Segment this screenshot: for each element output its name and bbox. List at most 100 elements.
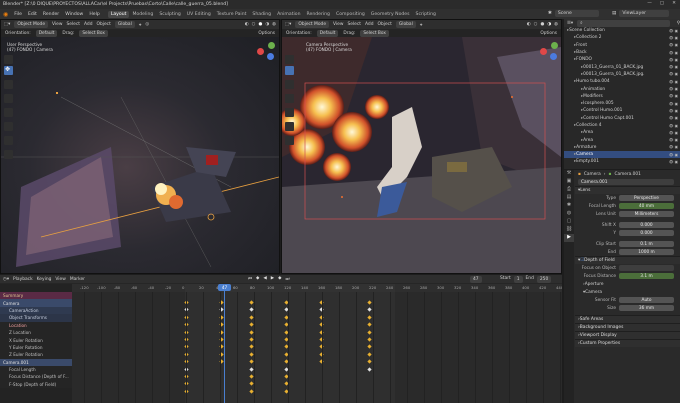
keyframe[interactable] bbox=[249, 374, 254, 379]
visibility-icon[interactable]: 👁 ▣ bbox=[669, 72, 680, 76]
outliner-item[interactable]: ▸ Control Humo.001 👁 ▣ bbox=[564, 107, 680, 114]
sensor-fit-select[interactable]: Auto bbox=[619, 297, 674, 303]
channel-row[interactable]: Camera bbox=[0, 299, 72, 307]
tool-tweak[interactable] bbox=[4, 55, 13, 64]
outliner-item[interactable]: ▸ Animation 👁 ▣ bbox=[564, 85, 680, 92]
y-axis-icon[interactable] bbox=[268, 42, 275, 49]
tool-move[interactable]: ✥ bbox=[4, 66, 13, 75]
solid-icon[interactable]: ● bbox=[540, 22, 544, 27]
z-axis-icon[interactable] bbox=[550, 53, 557, 60]
workspace-tab-animation[interactable]: Animation bbox=[274, 11, 303, 18]
keyframe[interactable] bbox=[367, 337, 372, 342]
vp-right-menu-view[interactable]: View bbox=[333, 22, 343, 27]
workspace-tab-texture-paint[interactable]: Texture Paint bbox=[214, 11, 250, 18]
start-field[interactable]: 1 bbox=[513, 276, 523, 283]
keyframe[interactable] bbox=[367, 329, 372, 335]
background-images-panel[interactable]: › Background Images bbox=[575, 323, 680, 331]
outliner[interactable]: ☰▾ ⌕ ⚲ ▸ Scene Collection 👁 ▣ ▸ Collection… bbox=[564, 19, 680, 169]
menu-help[interactable]: Help bbox=[89, 12, 99, 17]
rendered-icon[interactable]: ◍ bbox=[554, 22, 558, 27]
vp-right-menu-add[interactable]: Add bbox=[365, 22, 374, 27]
render-tab-icon[interactable]: ▣ bbox=[564, 178, 574, 186]
keyframe[interactable] bbox=[249, 381, 254, 387]
vp-right-menu-select[interactable]: Select bbox=[347, 22, 361, 27]
view-layer-name[interactable]: ViewLayer bbox=[619, 10, 670, 17]
outliner-item[interactable]: ▸ Back 👁 ▣ bbox=[564, 49, 680, 56]
tool-rotate[interactable] bbox=[285, 80, 294, 89]
tool-move[interactable] bbox=[285, 66, 294, 75]
visibility-icon[interactable]: 👁 ▣ bbox=[669, 87, 680, 91]
keyframe[interactable] bbox=[367, 366, 372, 372]
nav-gizmo-right[interactable] bbox=[540, 42, 560, 62]
visibility-icon[interactable]: 👁 ▣ bbox=[669, 43, 680, 47]
tool-transform[interactable] bbox=[285, 108, 294, 117]
end-field[interactable]: 250 bbox=[536, 276, 552, 283]
visibility-icon[interactable]: 👁 ▣ bbox=[669, 94, 680, 98]
type-select[interactable]: Perspective bbox=[619, 195, 674, 201]
scene-tab-icon[interactable]: ✱ bbox=[564, 202, 574, 210]
playhead-line[interactable] bbox=[224, 284, 225, 403]
visibility-icon[interactable]: 👁 ▣ bbox=[669, 131, 680, 135]
workspace-tab-uv-editing[interactable]: UV Editing bbox=[184, 11, 214, 18]
play-reverse-icon[interactable]: ◀ bbox=[263, 276, 266, 282]
menu-edit[interactable]: Edit bbox=[28, 12, 37, 17]
workspace-tab-sculpting[interactable]: Sculpting bbox=[156, 11, 183, 18]
rendered-icon[interactable]: ◍ bbox=[272, 22, 276, 27]
keyframe[interactable] bbox=[249, 359, 254, 364]
timeline[interactable]: ◷▾ Playback Keying View Marker ⏮ ◆ ◀ ▶ ◆… bbox=[0, 275, 562, 403]
datablock-field[interactable]: Camera.001 bbox=[578, 179, 674, 185]
tool-annotate[interactable] bbox=[4, 122, 13, 131]
keyframe[interactable] bbox=[249, 337, 254, 342]
tool-tab-icon[interactable]: ⚒ bbox=[564, 170, 574, 178]
y-axis-icon[interactable] bbox=[551, 42, 558, 49]
blender-logo-icon[interactable]: ◉ bbox=[3, 11, 8, 18]
keyframe[interactable] bbox=[249, 344, 254, 350]
clip-end-field[interactable]: 1000 m bbox=[619, 249, 674, 255]
channel-row[interactable]: CameraAction bbox=[0, 306, 72, 315]
custom-properties-panel[interactable]: › Custom Properties bbox=[575, 339, 680, 347]
nav-gizmo-left[interactable] bbox=[257, 42, 277, 62]
orientation-select[interactable]: Default bbox=[316, 29, 339, 37]
menu-render[interactable]: Render bbox=[43, 12, 59, 17]
solid-icon[interactable]: ● bbox=[258, 22, 262, 27]
world-tab-icon[interactable]: ◍ bbox=[564, 210, 574, 218]
keyframe[interactable] bbox=[367, 322, 372, 327]
menu-file[interactable]: File bbox=[14, 12, 22, 17]
z-axis-icon[interactable] bbox=[267, 53, 274, 60]
tool-tweak[interactable] bbox=[285, 55, 294, 64]
wireframe-icon[interactable]: ○ bbox=[534, 22, 538, 27]
maximize-icon[interactable]: ▢ bbox=[660, 1, 664, 6]
workspace-tab-layout[interactable]: Layout bbox=[107, 10, 130, 18]
visibility-icon[interactable]: 👁 ▣ bbox=[669, 109, 680, 113]
play-icon[interactable]: ▶ bbox=[271, 276, 274, 282]
proportional-icon[interactable]: ◎ bbox=[145, 22, 149, 27]
outliner-item[interactable]: ▸ Camera 👁 ▣ bbox=[564, 151, 680, 159]
transform-orientation[interactable]: Global bbox=[114, 21, 135, 28]
visibility-icon[interactable]: 👁 ▣ bbox=[669, 29, 680, 33]
options-menu[interactable]: Options bbox=[258, 31, 279, 36]
keyframe[interactable] bbox=[367, 315, 372, 320]
workspace-tab-geometry-nodes[interactable]: Geometry Nodes bbox=[368, 11, 413, 18]
transform-orientation[interactable]: Global bbox=[395, 21, 416, 28]
keyframe[interactable] bbox=[367, 344, 372, 350]
keyframe[interactable] bbox=[249, 352, 254, 357]
outliner-item[interactable]: ▸ Empty.001 👁 ▣ bbox=[564, 158, 680, 165]
channel-row[interactable]: F-Stop (Depth of Field) bbox=[0, 380, 72, 389]
sensor-size-field[interactable]: 36 mm bbox=[619, 305, 674, 311]
snap-icon[interactable]: ⌖ bbox=[420, 22, 422, 28]
dof-panel-header[interactable]: ▾ ☑ Depth of Field bbox=[575, 256, 680, 264]
lens-panel-header[interactable]: ▾ Lens bbox=[575, 186, 680, 194]
camera-subpanel[interactable]: ▾ Camera bbox=[575, 288, 680, 296]
visibility-icon[interactable]: 👁 ▣ bbox=[669, 80, 680, 84]
outliner-item[interactable]: ▸ Collection 2 👁 ▣ bbox=[564, 34, 680, 41]
keyframe[interactable] bbox=[367, 307, 372, 313]
outliner-item[interactable]: ▸ Armature 👁 ▣ bbox=[564, 144, 680, 151]
outliner-item[interactable]: ▸ Control Humo Capt.001 👁 ▣ bbox=[564, 115, 680, 122]
keyframe[interactable] bbox=[249, 315, 254, 320]
visibility-icon[interactable]: 👁 ▣ bbox=[669, 153, 680, 157]
vp-left-menu-object[interactable]: Object bbox=[97, 22, 111, 27]
outliner-item[interactable]: ▸ Modifiers 👁 ▣ bbox=[564, 93, 680, 100]
viewport-display-panel[interactable]: › Viewport Display bbox=[575, 331, 680, 339]
clip-start-field[interactable]: 0.1 m bbox=[619, 241, 674, 247]
outliner-item[interactable]: ▸ 00013_Guerra_01_BACK.jpg 👁 ▣ bbox=[564, 63, 680, 70]
